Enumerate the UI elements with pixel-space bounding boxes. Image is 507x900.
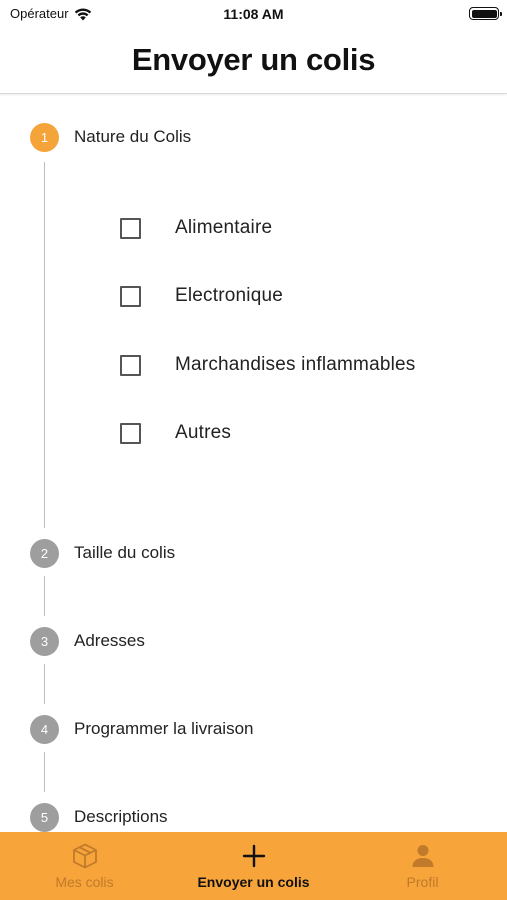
tab-label: Envoyer un colis	[197, 874, 310, 890]
option-alimentaire[interactable]: Alimentaire	[120, 216, 272, 240]
person-icon	[409, 842, 437, 870]
step-number-badge: 1	[30, 122, 59, 152]
navigation-header: Envoyer un colis	[0, 28, 507, 94]
step-title: Descriptions	[74, 807, 168, 826]
step-4[interactable]: 4 Programmer la livraison	[30, 714, 254, 744]
tab-mes-colis[interactable]: Mes colis	[0, 832, 169, 900]
box-icon	[71, 842, 99, 870]
tab-envoyer-un-colis[interactable]: Envoyer un colis	[169, 832, 338, 900]
tab-profil[interactable]: Profil	[338, 832, 507, 900]
step-3[interactable]: 3 Adresses	[30, 626, 145, 656]
step-number-badge: 5	[30, 802, 59, 832]
checkbox[interactable]	[120, 354, 141, 376]
step-connector	[44, 162, 45, 528]
tab-bar: Mes colis Envoyer un colis Profil	[0, 832, 507, 900]
step-title: Programmer la livraison	[74, 719, 254, 738]
step-1[interactable]: 1 Nature du Colis	[30, 122, 191, 152]
page-title: Envoyer un colis	[131, 42, 376, 77]
status-time: 11:08 AM	[223, 6, 284, 22]
tab-label: Profil	[406, 874, 439, 890]
step-number-badge: 3	[30, 626, 59, 656]
checkbox[interactable]	[120, 217, 141, 239]
stepper: 1 Nature du Colis Alimentaire Electroniq…	[0, 96, 507, 832]
option-label: Electronique	[175, 285, 284, 306]
step-2[interactable]: 2 Taille du colis	[30, 538, 175, 568]
step-title: Adresses	[74, 631, 145, 650]
status-bar: Opérateur 11:08 AM	[0, 0, 507, 28]
option-autres[interactable]: Autres	[120, 421, 231, 445]
step-number-badge: 2	[30, 538, 59, 568]
option-label: Autres	[175, 422, 232, 443]
option-label: Alimentaire	[175, 217, 273, 238]
checkbox[interactable]	[120, 285, 141, 307]
option-electronique[interactable]: Electronique	[120, 284, 283, 308]
step-connector	[44, 752, 45, 792]
option-marchandises-inflammables[interactable]: Marchandises inflammables	[120, 353, 416, 377]
option-label: Marchandises inflammables	[175, 354, 416, 375]
step-5[interactable]: 5 Descriptions	[30, 802, 168, 832]
step-connector	[44, 664, 45, 704]
step-title: Nature du Colis	[74, 127, 192, 146]
step-title: Taille du colis	[74, 543, 176, 562]
step-number-badge: 4	[30, 714, 59, 744]
plus-icon	[240, 842, 268, 870]
step-connector	[44, 576, 45, 616]
battery-icon	[469, 7, 502, 20]
tab-label: Mes colis	[55, 874, 114, 890]
checkbox[interactable]	[120, 422, 141, 444]
